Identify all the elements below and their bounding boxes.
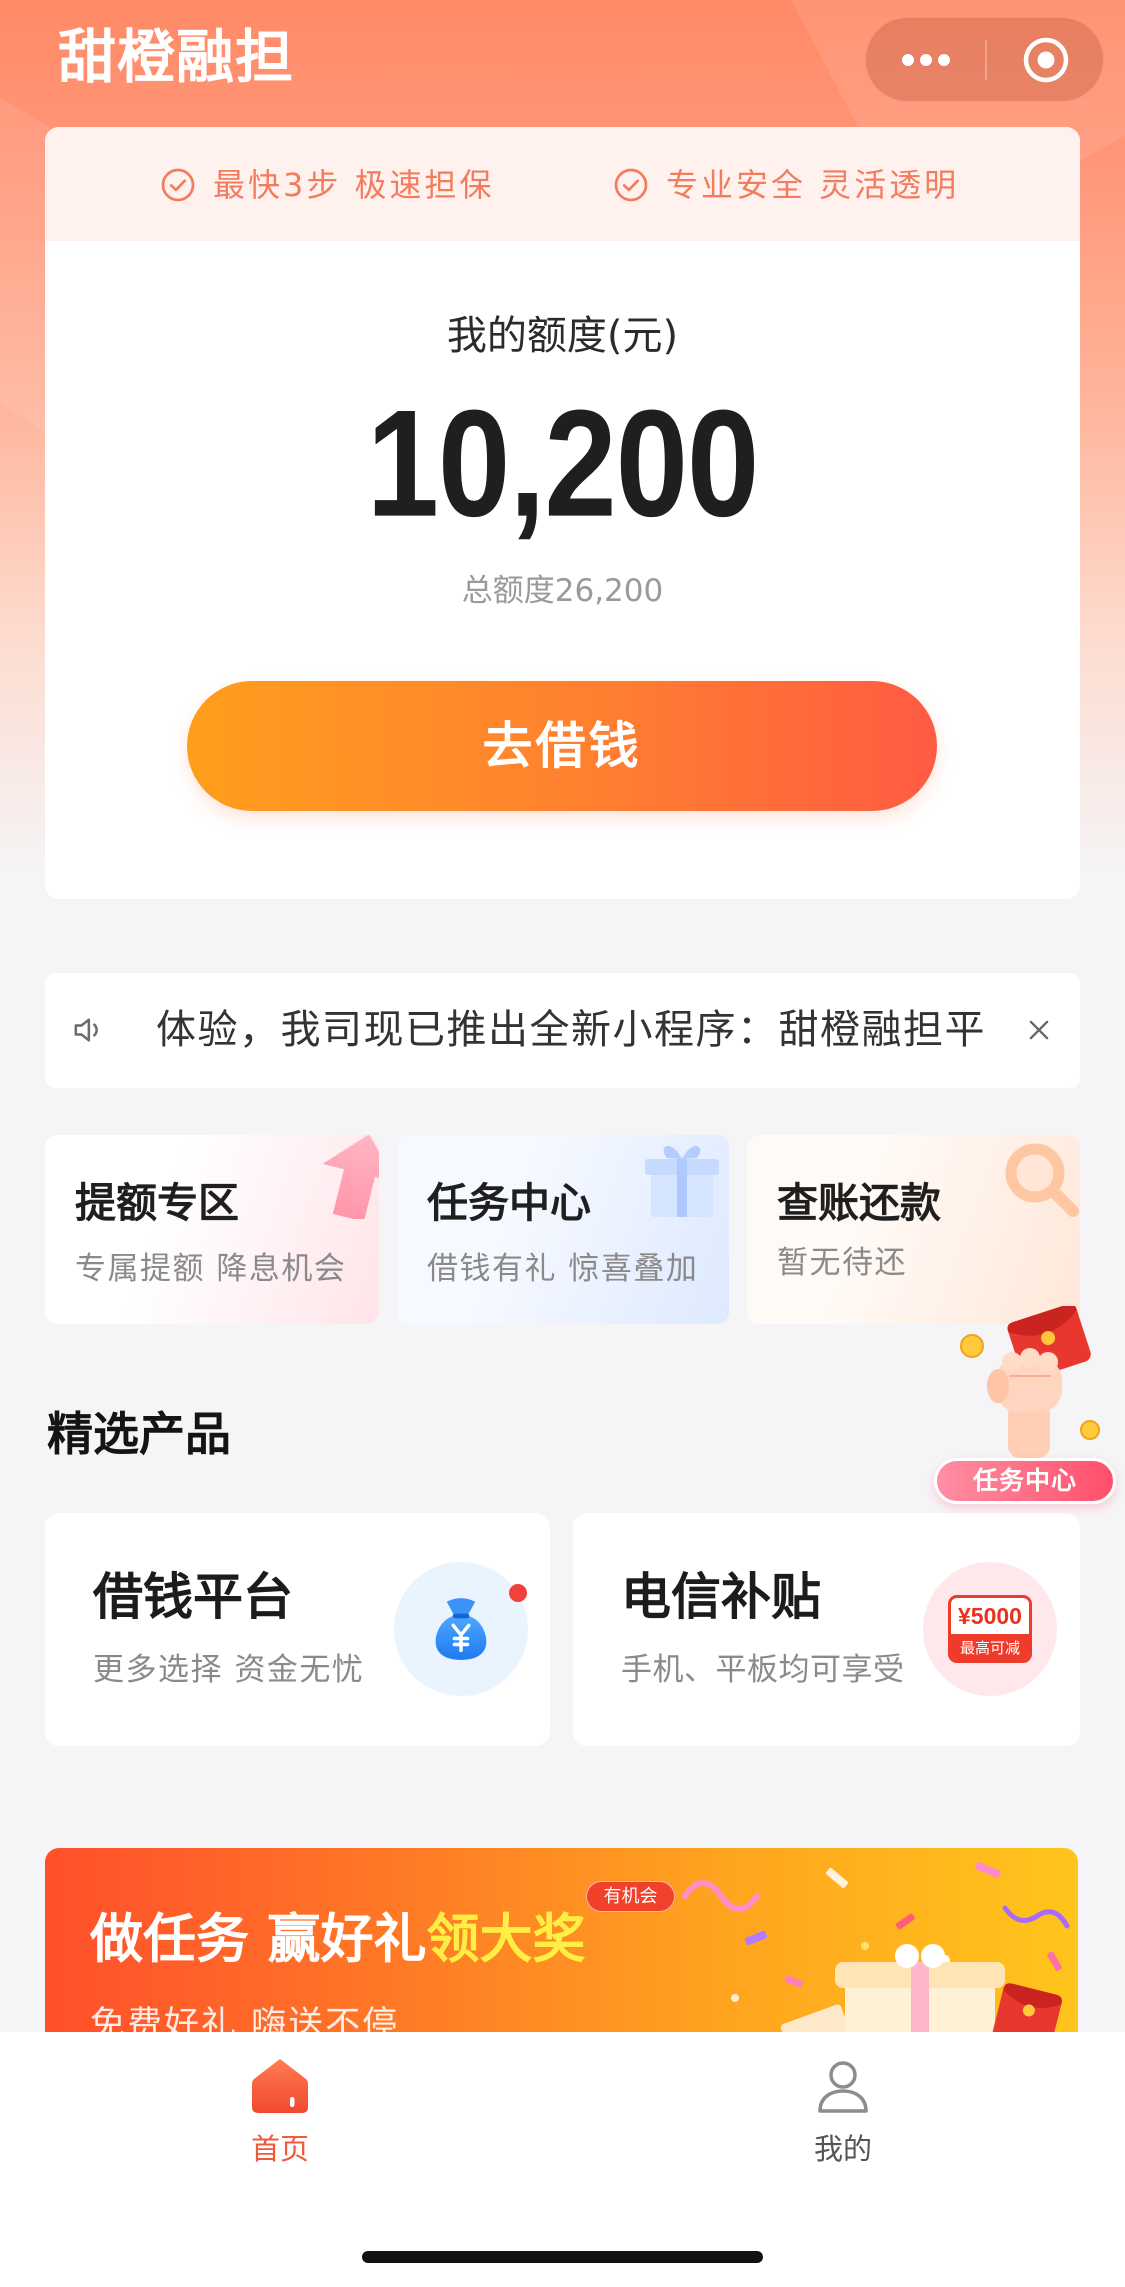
banner-title-highlight: 领大奖 bbox=[426, 1909, 586, 1970]
product-card-borrow-platform[interactable]: 借钱平台 更多选择 资金无忧 bbox=[45, 1513, 550, 1746]
tab-mine[interactable]: 我的 bbox=[743, 2054, 943, 2166]
feature-text: 最快3步 极速担保 bbox=[213, 166, 495, 204]
magnifier-icon bbox=[1005, 1143, 1079, 1217]
banner-tag: 有机会 bbox=[586, 1881, 675, 1912]
notice-text: 体验，我司现已推出全新小程序：甜橙融担平 bbox=[156, 1007, 986, 1053]
user-icon bbox=[811, 2054, 875, 2118]
coupon-badge-icon: ¥5000 最高可减 bbox=[948, 1595, 1032, 1663]
tab-label: 首页 bbox=[250, 2132, 309, 2166]
app-title: 甜橙融担 bbox=[58, 23, 295, 91]
product-card-telecom-subsidy[interactable]: 电信补贴 手机、平板均可享受 ¥5000 最高可减 bbox=[573, 1513, 1080, 1746]
product-title: 电信补贴 bbox=[621, 1568, 821, 1626]
speaker-icon bbox=[70, 1010, 110, 1050]
section-title: 精选产品 bbox=[47, 1407, 231, 1461]
banner-title-main: 做任务 赢好礼 bbox=[90, 1909, 427, 1970]
product-subtitle: 手机、平板均可享受 bbox=[621, 1652, 905, 1688]
product-subtitle: 更多选择 资金无忧 bbox=[93, 1652, 365, 1688]
total-quota: 总额度26,200 bbox=[461, 573, 664, 609]
quick-entry-title: 提额专区 bbox=[75, 1179, 239, 1227]
borrow-button[interactable]: 去借钱 bbox=[187, 681, 937, 811]
quota-card: 最快3步 极速担保 专业安全 灵活透明 我的额度(元) 10,200 总额度26… bbox=[45, 127, 1080, 899]
quick-entry-title: 查账还款 bbox=[777, 1179, 941, 1227]
quick-entry-raise-limit[interactable]: 提额专区 专属提额 降息机会 bbox=[45, 1135, 379, 1324]
notice-bar[interactable]: 体验，我司现已推出全新小程序：甜橙融担平 bbox=[45, 973, 1080, 1088]
task-center-badge-label: 任务中心 bbox=[934, 1458, 1116, 1504]
target-circle-icon[interactable] bbox=[1016, 30, 1076, 90]
tab-label: 我的 bbox=[813, 2132, 872, 2166]
tab-home[interactable]: 首页 bbox=[180, 2054, 380, 2166]
check-circle-icon bbox=[613, 167, 649, 203]
floating-task-center[interactable]: 任务中心 bbox=[934, 1306, 1116, 1506]
home-indicator bbox=[362, 2251, 763, 2263]
quota-amount: 10,200 bbox=[366, 377, 760, 549]
quick-entry-task-center[interactable]: 任务中心 借钱有礼 惊喜叠加 bbox=[397, 1135, 729, 1324]
coupon-amount: ¥5000 bbox=[958, 1603, 1022, 1629]
bottom-tab-bar: 首页 我的 bbox=[0, 2032, 1125, 2287]
coupon-caption: 最高可减 bbox=[951, 1634, 1029, 1660]
feature-text: 专业安全 灵活透明 bbox=[666, 166, 960, 204]
quick-entry-bills[interactable]: 查账还款 暂无待还 bbox=[747, 1135, 1080, 1324]
red-envelope-hand-icon bbox=[960, 1306, 1100, 1458]
quick-entry-subtitle: 专属提额 降息机会 bbox=[75, 1251, 347, 1287]
quick-entry-subtitle: 借钱有礼 惊喜叠加 bbox=[427, 1251, 699, 1287]
feature-item: 最快3步 极速担保 bbox=[160, 164, 495, 206]
notification-dot bbox=[509, 1584, 527, 1602]
feature-item: 专业安全 灵活透明 bbox=[613, 164, 959, 206]
feature-strip: 最快3步 极速担保 专业安全 灵活透明 bbox=[45, 127, 1080, 241]
product-icon-circle: ¥5000 最高可减 bbox=[923, 1562, 1057, 1696]
quota-label: 我的额度(元) bbox=[446, 313, 679, 359]
more-dots-icon[interactable] bbox=[886, 38, 966, 82]
product-title: 借钱平台 bbox=[93, 1568, 293, 1626]
capsule-divider bbox=[985, 40, 987, 80]
gift-icon bbox=[645, 1146, 719, 1217]
home-icon bbox=[248, 2054, 312, 2118]
money-bag-icon bbox=[435, 1598, 487, 1660]
banner-title: 做任务 赢好礼领大奖 bbox=[90, 1910, 585, 1970]
mini-program-capsule bbox=[865, 17, 1104, 102]
close-icon[interactable] bbox=[1025, 1016, 1053, 1044]
quick-entry-subtitle: 暂无待还 bbox=[777, 1245, 907, 1281]
quick-entry-title: 任务中心 bbox=[427, 1179, 591, 1227]
check-circle-icon bbox=[160, 167, 196, 203]
arrow-up-icon bbox=[322, 1135, 379, 1219]
product-icon-circle bbox=[394, 1562, 528, 1696]
notice-marquee: 体验，我司现已推出全新小程序：甜橙融担平 bbox=[136, 973, 1006, 1088]
